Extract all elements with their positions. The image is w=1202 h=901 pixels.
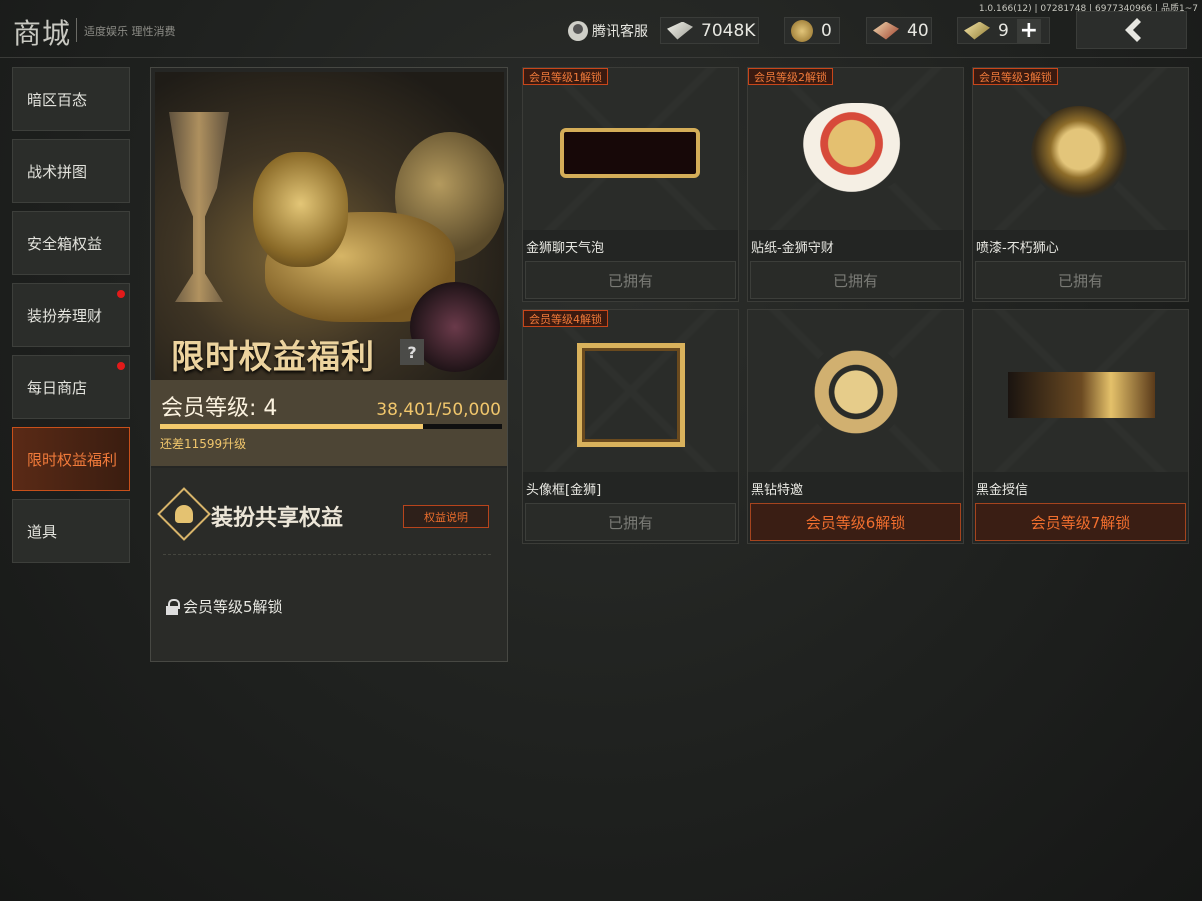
currency-value: 40 (907, 20, 929, 41)
gold-bar-icon (964, 21, 990, 40)
owned-button[interactable]: 已拥有 (975, 261, 1186, 299)
member-level-box: 会员等级: 4 38,401/50,000 还差11599升级 (151, 380, 507, 466)
sidebar-item-dark-zone[interactable]: 暗区百态 (12, 67, 130, 131)
header: 商城 适度娱乐 理性消费 腾讯客服 7048K 0 40 9 + (0, 0, 1202, 58)
sidebar-item-label: 装扮券理财 (27, 306, 103, 325)
helmet-badge-art (806, 342, 906, 442)
item-thumbnail (973, 310, 1188, 472)
share-benefits-section: 装扮共享权益 权益说明 会员等级5解锁 (151, 468, 507, 661)
item-thumbnail (748, 68, 963, 230)
help-button[interactable]: ? (400, 339, 424, 365)
chat-bubble-art (560, 128, 700, 178)
chevron-left-icon (1124, 18, 1141, 42)
reward-item-spray[interactable]: 会员等级3解锁 喷漆-不朽狮心 已拥有 (972, 67, 1189, 302)
level-progress-bar (160, 424, 502, 429)
level-progress-fill (160, 424, 423, 429)
owned-button[interactable]: 已拥有 (750, 261, 961, 299)
item-thumbnail (523, 68, 738, 230)
share-unlock-text: 会员等级5解锁 (183, 598, 283, 616)
sidebar-item-tactical-puzzle[interactable]: 战术拼图 (12, 139, 130, 203)
currency-ticket: 7048K (660, 17, 759, 44)
hero-banner: 限时权益福利 ? (155, 72, 504, 381)
notification-dot (117, 290, 125, 298)
sidebar-item-label: 限时权益福利 (27, 450, 118, 469)
item-thumbnail (748, 310, 963, 472)
item-name: 黑钻特邀 (751, 483, 804, 498)
sidebar-item-label: 战术拼图 (27, 162, 88, 181)
item-name: 贴纸-金狮守财 (751, 241, 834, 256)
customer-service-label: 腾讯客服 (592, 24, 648, 40)
reward-item-avatar-frame[interactable]: 会员等级4解锁 头像框[金狮] 已拥有 (522, 309, 739, 544)
chalice-art (169, 112, 229, 302)
lock-icon (165, 598, 180, 615)
item-thumbnail (523, 310, 738, 472)
notification-dot (117, 362, 125, 370)
unlock-level-tag: 会员等级4解锁 (523, 310, 608, 327)
currency-value: 9 (998, 20, 1009, 41)
lion-head-art (253, 152, 348, 267)
reward-item-black-gold-credit[interactable]: 黑金授信 会员等级7解锁 (972, 309, 1189, 544)
slogan: 适度娱乐 理性消费 (84, 25, 176, 38)
item-thumbnail (973, 68, 1188, 230)
lion-sticker-art (803, 103, 911, 193)
card-icon (873, 21, 899, 40)
back-button[interactable] (1076, 11, 1187, 49)
hero-title: 限时权益福利 (171, 337, 375, 376)
sidebar-item-label: 道具 (27, 522, 58, 541)
sidebar-item-safebox[interactable]: 安全箱权益 (12, 211, 130, 275)
add-currency-button[interactable]: + (1016, 18, 1041, 43)
locked-unlock-button[interactable]: 会员等级7解锁 (975, 503, 1186, 541)
ticket-icon (667, 21, 693, 40)
member-level-label: 会员等级: 4 (161, 396, 278, 421)
item-name: 金狮聊天气泡 (526, 241, 605, 256)
owned-button[interactable]: 已拥有 (525, 503, 736, 541)
currency-card: 40 (866, 17, 932, 44)
page-title: 商城 (13, 17, 72, 50)
sidebar-item-label: 安全箱权益 (27, 234, 103, 253)
currency-value: 0 (821, 20, 832, 41)
reward-item-sticker[interactable]: 会员等级2解锁 贴纸-金狮守财 已拥有 (747, 67, 964, 302)
currency-gold: 9 + (957, 17, 1050, 44)
benefits-explain-button[interactable]: 权益说明 (403, 505, 489, 528)
share-benefits-title: 装扮共享权益 (211, 506, 344, 531)
unlock-level-tag: 会员等级1解锁 (523, 68, 608, 85)
reward-item-black-diamond[interactable]: 黑钻特邀 会员等级6解锁 (747, 309, 964, 544)
level-upgrade-hint: 还差11599升级 (160, 437, 247, 451)
currency-coin: 0 (784, 17, 840, 44)
gold-card-art (1008, 372, 1155, 418)
sidebar-item-label: 每日商店 (27, 378, 88, 397)
share-unlock-requirement: 会员等级5解锁 (165, 596, 283, 617)
currency-value: 7048K (701, 20, 756, 41)
unlock-level-tag: 会员等级2解锁 (748, 68, 833, 85)
sidebar-item-label: 暗区百态 (27, 90, 88, 109)
sidebar-item-coupon-finance[interactable]: 装扮券理财 (12, 283, 130, 347)
customer-service-link[interactable]: 腾讯客服 (568, 20, 648, 42)
reward-item-chat-bubble[interactable]: 会员等级1解锁 金狮聊天气泡 已拥有 (522, 67, 739, 302)
title-divider (76, 18, 77, 42)
lion-emblem-icon (157, 487, 211, 541)
section-divider (163, 554, 491, 555)
benefits-panel: 限时权益福利 ? 会员等级: 4 38,401/50,000 还差11599升级… (150, 67, 508, 662)
item-name: 喷漆-不朽狮心 (976, 241, 1059, 256)
header-divider (0, 57, 1202, 58)
headset-icon (568, 21, 588, 41)
level-progress-text: 38,401/50,000 (376, 400, 501, 420)
unlock-level-tag: 会员等级3解锁 (973, 68, 1058, 85)
sidebar-item-limited-benefits[interactable]: 限时权益福利 (12, 427, 130, 491)
avatar-frame-art (577, 343, 685, 447)
locked-unlock-button[interactable]: 会员等级6解锁 (750, 503, 961, 541)
sidebar: 暗区百态 战术拼图 安全箱权益 装扮券理财 每日商店 限时权益福利 道具 (12, 67, 130, 571)
sidebar-item-daily-shop[interactable]: 每日商店 (12, 355, 130, 419)
sidebar-item-props[interactable]: 道具 (12, 499, 130, 563)
owned-button[interactable]: 已拥有 (525, 261, 736, 299)
item-name: 黑金授信 (976, 483, 1029, 498)
lion-spray-art (1031, 106, 1127, 202)
item-name: 头像框[金狮] (526, 483, 602, 498)
coin-icon (791, 19, 813, 42)
